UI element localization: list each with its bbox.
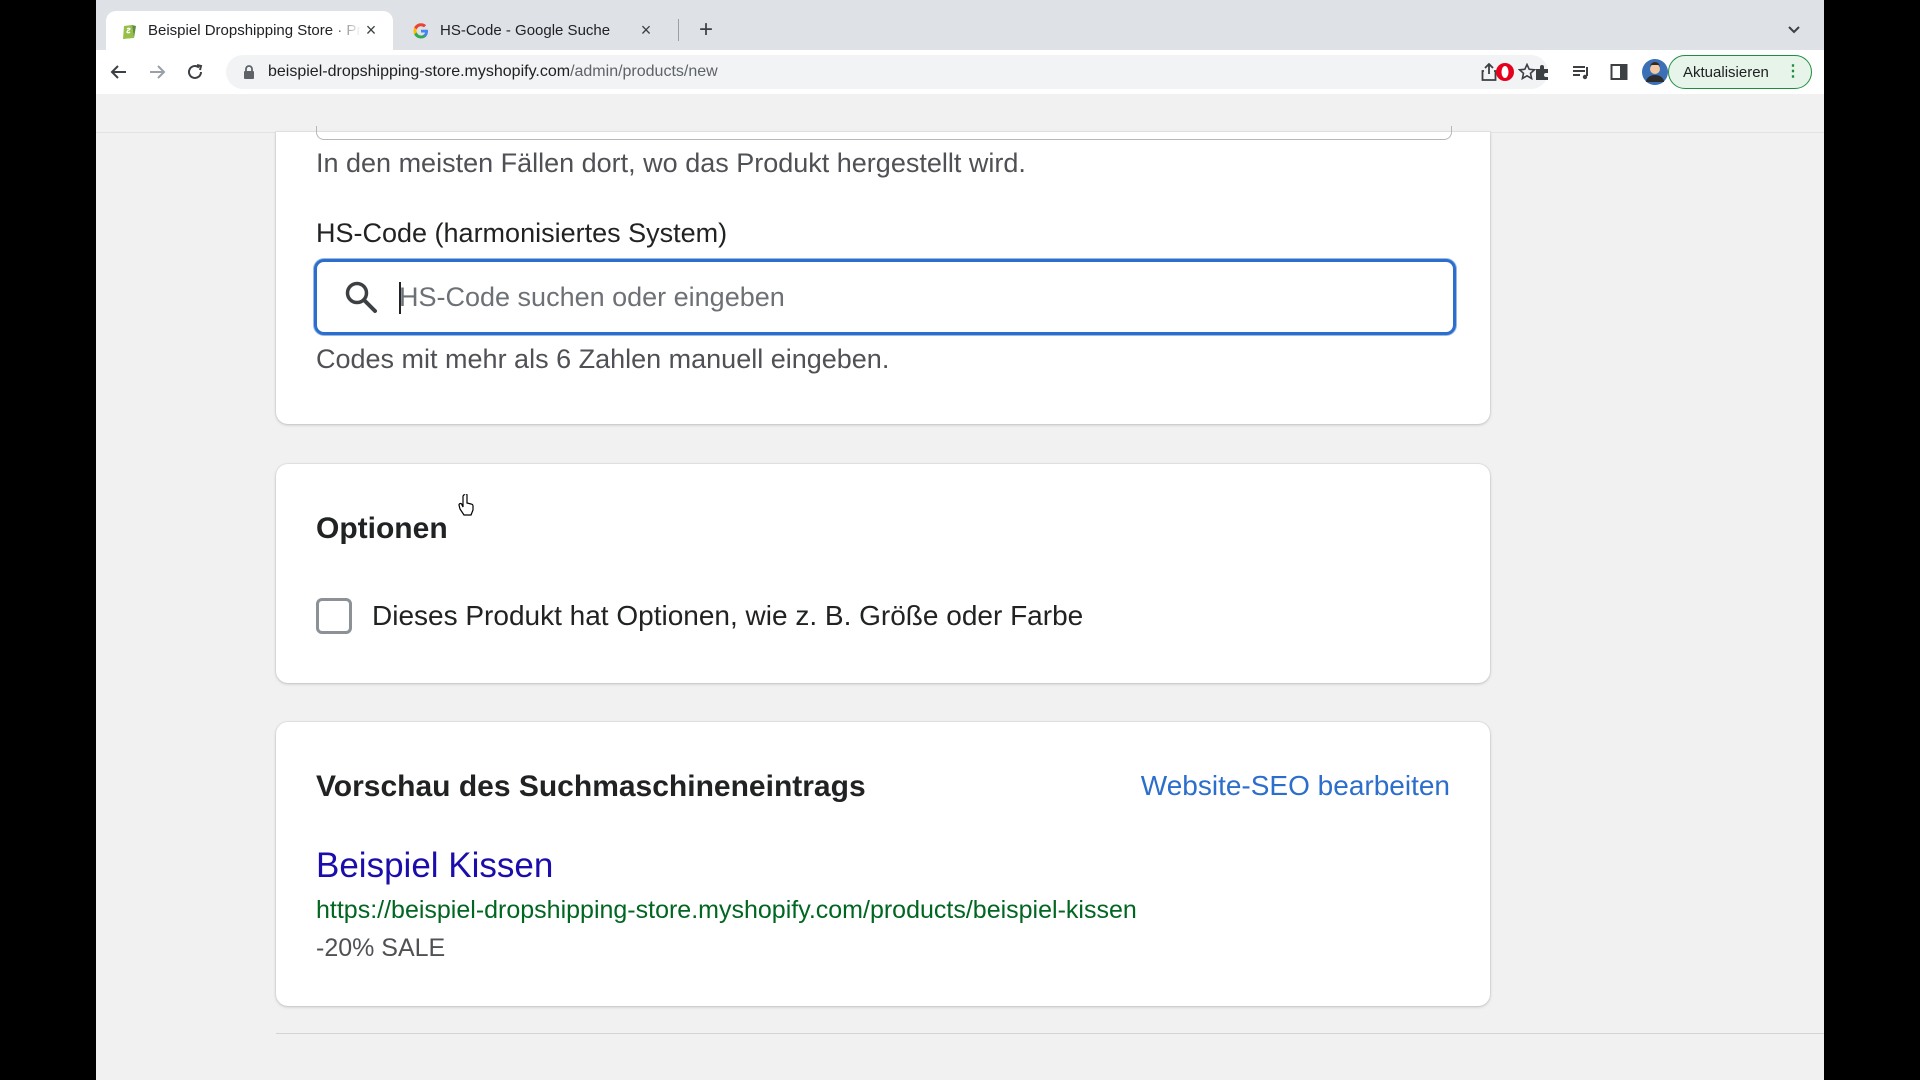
tab-strip: Beispiel Dropshipping Store · Produkt hi… (96, 0, 1824, 50)
tab-google-search[interactable]: HS-Code - Google Suche × (398, 11, 668, 50)
country-of-origin-field-edge[interactable] (316, 126, 1452, 140)
hand-cursor-icon (458, 492, 476, 516)
seo-preview-description: -20% SALE (316, 934, 446, 962)
options-title: Optionen (316, 512, 448, 545)
back-arrow-icon[interactable] (104, 57, 134, 87)
url-host: beispiel-dropshipping-store.myshopify.co… (268, 63, 571, 80)
browser-window: Beispiel Dropshipping Store · Produkt hi… (96, 0, 1824, 1080)
side-panel-icon[interactable] (1606, 59, 1632, 85)
update-label: Aktualisieren (1683, 63, 1769, 81)
new-tab-button[interactable]: + (692, 16, 720, 44)
tab-shopify-admin[interactable]: Beispiel Dropshipping Store · Produkt hi… (106, 11, 393, 50)
extensions-puzzle-icon[interactable] (1530, 59, 1556, 85)
has-options-row[interactable]: Dieses Produkt hat Optionen, wie z. B. G… (316, 598, 1083, 634)
more-menu-icon[interactable]: ⋮ (1785, 64, 1801, 80)
seo-preview-page-title: Beispiel Kissen (316, 846, 554, 885)
address-bar[interactable]: beispiel-dropshipping-store.myshopify.co… (226, 55, 1548, 89)
lock-icon[interactable] (240, 63, 258, 81)
text-caret (399, 282, 401, 314)
hs-code-input[interactable] (399, 281, 1399, 313)
shopify-icon (120, 22, 138, 40)
seo-preview-card: Vorschau des Suchmaschineneintrags Websi… (276, 722, 1490, 1006)
shopify-admin-page: In den meisten Fällen dort, wo das Produ… (96, 94, 1824, 1080)
tab-title: HS-Code - Google Suche (440, 22, 611, 39)
url-path: /admin/products/new (570, 63, 718, 80)
footer-divider (276, 1033, 1824, 1034)
tab-search-chevron-icon[interactable] (1782, 18, 1806, 42)
close-tab-icon[interactable]: × (636, 20, 656, 41)
profile-avatar[interactable] (1642, 59, 1668, 85)
hs-code-field[interactable] (314, 259, 1456, 335)
reload-icon[interactable] (180, 57, 210, 87)
browser-toolbar: beispiel-dropshipping-store.myshopify.co… (96, 50, 1824, 94)
tab-separator (678, 19, 679, 41)
opera-extension-icon[interactable] (1492, 59, 1518, 85)
update-browser-button[interactable]: Aktualisieren ⋮ (1668, 55, 1812, 89)
hs-code-help-text: Codes mit mehr als 6 Zahlen manuell eing… (316, 344, 890, 374)
hs-code-label: HS-Code (harmonisiertes System) (316, 218, 728, 248)
has-options-checkbox[interactable] (316, 598, 352, 634)
origin-help-text: In den meisten Fällen dort, wo das Produ… (316, 148, 1026, 178)
tab-title: Beispiel Dropshipping Store · Produkt hi… (148, 22, 361, 39)
search-icon (341, 277, 381, 317)
media-control-icon[interactable] (1568, 59, 1594, 85)
seo-preview-url: https://beispiel-dropshipping-store.mysh… (316, 896, 1137, 924)
forward-arrow-icon[interactable] (142, 57, 172, 87)
url-text: beispiel-dropshipping-store.myshopify.co… (268, 63, 718, 81)
edit-seo-link[interactable]: Website-SEO bearbeiten (1141, 770, 1450, 802)
has-options-label[interactable]: Dieses Produkt hat Optionen, wie z. B. G… (372, 600, 1083, 632)
close-tab-icon[interactable]: × (361, 20, 381, 41)
google-icon (412, 22, 430, 40)
customs-info-card: In den meisten Fällen dort, wo das Produ… (276, 126, 1490, 424)
seo-preview-title: Vorschau des Suchmaschineneintrags (316, 770, 866, 803)
